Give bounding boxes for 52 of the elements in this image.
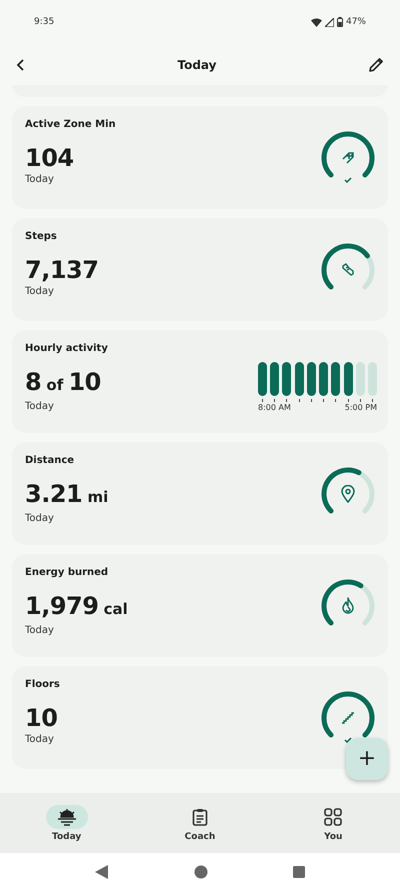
progress-ring: [322, 579, 374, 625]
pencil-icon: [368, 57, 384, 73]
card-caption: Today: [25, 513, 55, 524]
back-triangle-icon[interactable]: [95, 864, 109, 878]
card-title: Energy burned: [25, 567, 110, 578]
progress-ring: [322, 467, 374, 513]
add-button[interactable]: +: [346, 738, 388, 780]
battery-icon: [336, 17, 343, 27]
card-caption: Today: [25, 286, 55, 297]
progress-ring: [322, 131, 374, 177]
location-pin-icon: [340, 484, 356, 502]
card-caption: Today: [25, 625, 55, 636]
chevron-left-icon: [16, 59, 26, 71]
status-time: 9:35: [34, 17, 54, 27]
chevrons-icon: [340, 150, 356, 166]
clipboard-icon: [192, 808, 208, 826]
metric-value: 3.21 mi: [25, 480, 108, 510]
recents-square-icon[interactable]: [293, 866, 305, 878]
metric-value: 104: [25, 144, 75, 172]
progress-ring: [322, 243, 374, 289]
nav-tab[interactable]: Today: [26, 804, 107, 842]
metric-value: 7,137: [25, 256, 98, 284]
wifi-icon: [310, 18, 322, 26]
card-title: Steps: [25, 231, 58, 242]
page-title: Today: [178, 58, 216, 72]
battery-percent: 47%: [346, 17, 366, 27]
card-caption: Today: [25, 174, 55, 185]
nav-tab[interactable]: Coach: [160, 804, 240, 842]
card-title: Floors: [25, 679, 60, 690]
card-title: Distance: [25, 455, 76, 466]
metric-value: 10: [25, 704, 58, 732]
metric-card[interactable]: Active Zone Min 104 Today: [12, 106, 388, 209]
metric-value: 1,979 cal: [25, 592, 128, 622]
home-circle-icon[interactable]: [194, 864, 208, 878]
grid-icon: [324, 808, 342, 826]
card-caption: Today: [25, 734, 55, 745]
card-caption: Today: [25, 401, 55, 412]
metric-card[interactable]: Distance 3.21 mi Today: [12, 442, 388, 545]
metric-card[interactable]: Steps 7,137 Today: [12, 218, 388, 321]
nav-tab[interactable]: You: [293, 804, 374, 842]
signal-icon: [324, 18, 334, 26]
progress-ring: [322, 691, 374, 737]
axis-label: 8:00 AM: [258, 402, 291, 412]
metric-card[interactable]: Hourly activity 8 of 10 Today 8:00 AM 5:00 PM: [12, 330, 388, 433]
metric-value: 8 of 10: [25, 368, 102, 398]
flame-icon: [340, 596, 356, 614]
sunrise-icon: [56, 808, 78, 826]
axis-label: 5:00 PM: [344, 402, 377, 412]
card-title: Active Zone Min: [25, 119, 116, 130]
metric-card[interactable]: Energy burned 1,979 cal Today: [12, 554, 388, 657]
card-title: Hourly activity: [25, 343, 108, 354]
stairs-icon: [340, 710, 356, 726]
